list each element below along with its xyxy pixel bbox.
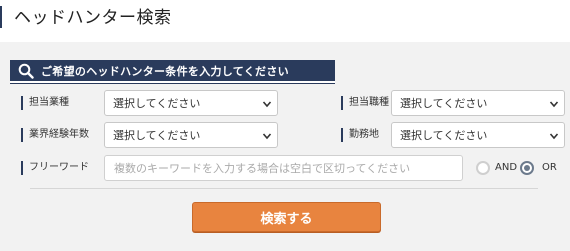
match-and-label: AND bbox=[495, 162, 518, 173]
divider bbox=[30, 188, 538, 189]
occupation-label: 担当職種 bbox=[341, 96, 389, 110]
occupation-select[interactable]: 選択してください bbox=[391, 90, 565, 116]
freeword-input[interactable]: 複数のキーワードを入力する場合は空白で区切ってください bbox=[104, 155, 463, 181]
industry-select[interactable]: 選択してください bbox=[104, 90, 278, 116]
freeword-placeholder: 複数のキーワードを入力する場合は空白で区切ってください bbox=[114, 162, 411, 175]
page-header: ヘッドハンター検索 bbox=[0, 0, 570, 36]
header-accent-bar bbox=[0, 6, 2, 28]
match-or-radio[interactable] bbox=[520, 161, 534, 175]
freeword-label: フリーワード bbox=[21, 161, 89, 175]
search-button[interactable]: 検索する bbox=[192, 202, 381, 232]
search-panel: ご希望のヘッドハンター条件を入力してください 担当業種 選択してください 担当職… bbox=[0, 42, 570, 251]
occupation-select-value: 選択してください bbox=[400, 97, 488, 110]
location-label: 勤務地 bbox=[341, 128, 379, 142]
experience-label: 業界経験年数 bbox=[21, 128, 89, 142]
experience-select[interactable]: 選択してください bbox=[104, 122, 278, 148]
section-heading-bar: ご希望のヘッドハンター条件を入力してください bbox=[10, 60, 335, 83]
chevron-down-icon bbox=[549, 133, 559, 140]
chevron-down-icon bbox=[549, 101, 559, 108]
location-select-value: 選択してください bbox=[400, 129, 488, 142]
industry-label: 担当業種 bbox=[21, 96, 69, 110]
location-select[interactable]: 選択してください bbox=[391, 122, 565, 148]
match-or-label: OR bbox=[542, 162, 557, 173]
industry-select-value: 選択してください bbox=[113, 97, 201, 110]
chevron-down-icon bbox=[262, 101, 272, 108]
section-heading: ご希望のヘッドハンター条件を入力してください bbox=[41, 64, 289, 78]
page-title: ヘッドハンター検索 bbox=[14, 8, 172, 28]
search-icon bbox=[15, 60, 37, 82]
chevron-down-icon bbox=[262, 133, 272, 140]
match-and-radio[interactable] bbox=[476, 161, 490, 175]
experience-select-value: 選択してください bbox=[113, 129, 201, 142]
